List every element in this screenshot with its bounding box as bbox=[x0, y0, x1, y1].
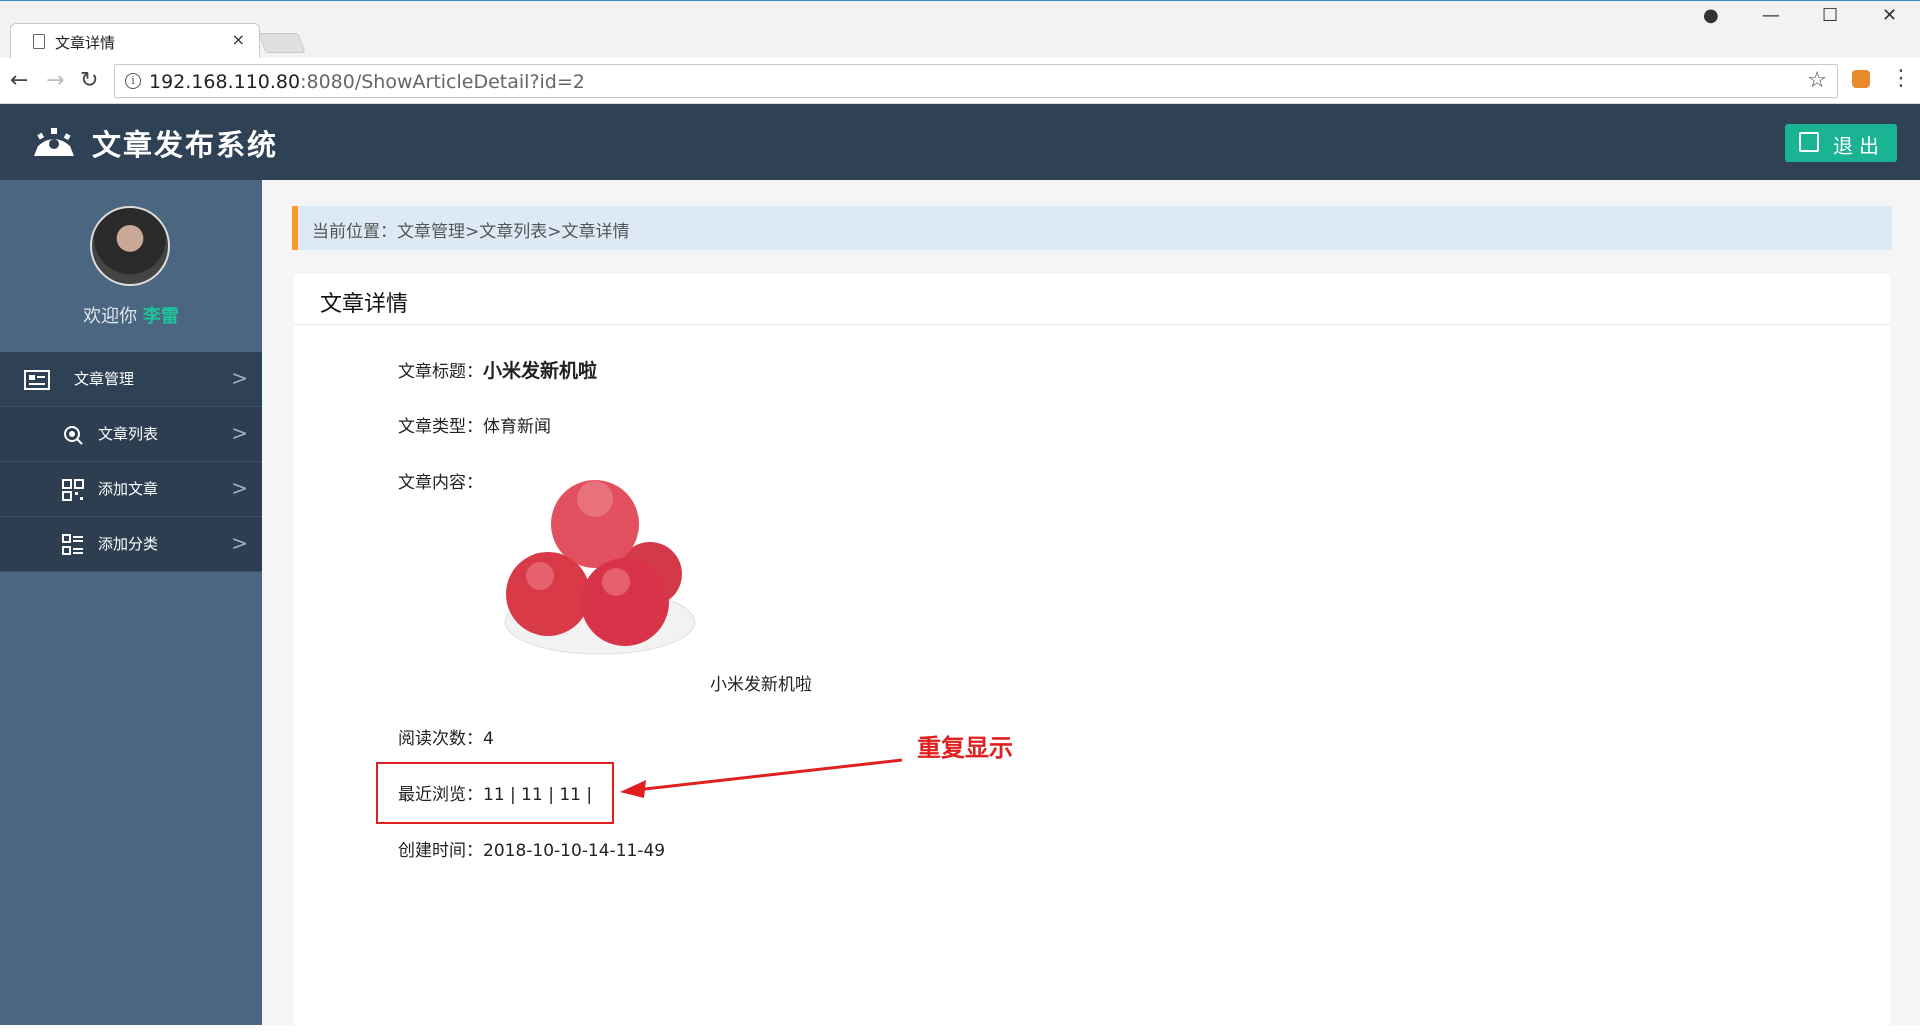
minimize-button[interactable]: — bbox=[1762, 5, 1780, 26]
forward-button[interactable]: → bbox=[46, 68, 64, 93]
app-header: 文章发布系统 退出 bbox=[0, 104, 1920, 180]
main-content: 当前位置：文章管理>文章列表>文章详情 文章详情 文章标题：小米发新机啦 文章类… bbox=[262, 180, 1920, 1034]
list-card-icon bbox=[24, 369, 50, 391]
back-button[interactable]: ← bbox=[10, 68, 28, 93]
welcome-text: 欢迎你 李雷 bbox=[0, 302, 262, 328]
read-count-field: 阅读次数：4 bbox=[398, 724, 494, 749]
app-title: 文章发布系统 bbox=[92, 128, 279, 162]
panel-title: 文章详情 bbox=[320, 292, 409, 317]
chevron-right-icon: > bbox=[231, 366, 248, 390]
logout-button[interactable]: 退出 bbox=[1785, 124, 1897, 162]
bookmark-star-icon[interactable]: ☆ bbox=[1807, 68, 1827, 93]
article-content-field: 文章内容： bbox=[398, 468, 483, 493]
breadcrumb-text: 当前位置：文章管理>文章列表>文章详情 bbox=[312, 222, 630, 242]
sidebar-item-label: 添加文章 bbox=[98, 480, 159, 498]
field-label: 文章内容： bbox=[398, 473, 483, 493]
address-bar[interactable]: i 192.168.110.80:8080/ShowArticleDetail?… bbox=[114, 64, 1838, 98]
welcome-prefix: 欢迎你 bbox=[83, 306, 138, 327]
article-type-field: 文章类型：体育新闻 bbox=[398, 412, 551, 437]
sidebar-item-add-article[interactable]: 添加文章 > bbox=[0, 462, 262, 517]
chevron-right-icon: > bbox=[231, 531, 248, 555]
url-text[interactable]: 192.168.110.80:8080/ShowArticleDetail?id… bbox=[149, 71, 585, 93]
annotation-text: 重复显示 bbox=[917, 734, 1013, 762]
info-icon[interactable]: i bbox=[125, 73, 141, 89]
account-icon[interactable]: ● bbox=[1703, 5, 1719, 26]
profile-block: 欢迎你 李雷 bbox=[0, 180, 262, 352]
username[interactable]: 李雷 bbox=[143, 306, 179, 327]
annotation-highlight-box bbox=[376, 762, 614, 824]
chevron-right-icon: > bbox=[231, 421, 248, 445]
field-label: 文章类型： bbox=[398, 417, 483, 437]
created-time-field: 创建时间：2018-10-10-14-11-49 bbox=[398, 836, 665, 861]
sidebar-menu: 文章管理 > 文章列表 > 添加文章 > 添加分类 > bbox=[0, 352, 262, 572]
sidebar-item-add-category[interactable]: 添加分类 > bbox=[0, 517, 262, 572]
url-host: 192.168.110.80 bbox=[149, 71, 301, 93]
logout-label: 退出 bbox=[1833, 134, 1885, 158]
new-tab-button[interactable] bbox=[258, 33, 306, 53]
maximize-button[interactable]: ☐ bbox=[1822, 5, 1838, 26]
field-label: 创建时间： bbox=[398, 841, 483, 861]
field-value: 小米发新机啦 bbox=[483, 360, 598, 382]
apple-image bbox=[504, 480, 696, 655]
field-value: 2018-10-10-14-11-49 bbox=[483, 841, 666, 861]
content-caption: 小米发新机啦 bbox=[710, 675, 812, 695]
sidebar-item-article-list[interactable]: 文章列表 > bbox=[0, 407, 262, 462]
field-label: 阅读次数： bbox=[398, 729, 483, 749]
close-window-button[interactable]: ✕ bbox=[1882, 5, 1897, 26]
breadcrumb: 当前位置：文章管理>文章列表>文章详情 bbox=[292, 206, 1892, 250]
field-label: 文章标题： bbox=[398, 362, 483, 382]
edit-icon bbox=[1799, 132, 1819, 152]
sidebar: 欢迎你 李雷 文章管理 > 文章列表 > 添加文章 > 添加分类 > bbox=[0, 180, 262, 1025]
sidebar-item-label: 添加分类 bbox=[98, 535, 159, 553]
browser-tab[interactable]: 文章详情 × bbox=[10, 23, 260, 59]
search-doc-icon bbox=[62, 424, 84, 446]
extension-fox-icon[interactable] bbox=[1852, 70, 1870, 88]
annotation-arrow-icon bbox=[620, 758, 903, 798]
reload-button[interactable]: ↻ bbox=[80, 68, 98, 93]
tab-close-icon[interactable]: × bbox=[232, 30, 245, 49]
avatar[interactable] bbox=[90, 206, 170, 286]
article-detail-panel: 文章详情 文章标题：小米发新机啦 文章类型：体育新闻 文章内容： 小米发新机啦 … bbox=[294, 274, 1890, 1034]
chevron-right-icon: > bbox=[231, 476, 248, 500]
url-path: :8080/ShowArticleDetail?id=2 bbox=[300, 71, 585, 93]
tab-title: 文章详情 bbox=[55, 34, 116, 52]
sidebar-item-label: 文章列表 bbox=[98, 425, 159, 443]
browser-menu-icon[interactable]: ⋮ bbox=[1890, 66, 1912, 91]
grid-icon bbox=[62, 479, 84, 501]
sidebar-item-article-management[interactable]: 文章管理 > bbox=[0, 352, 262, 407]
document-icon bbox=[33, 34, 45, 49]
browser-titlebar: 文章详情 × ● — ☐ ✕ bbox=[0, 0, 1920, 59]
logo-icon bbox=[34, 128, 74, 156]
field-value: 体育新闻 bbox=[483, 417, 551, 437]
category-icon bbox=[62, 534, 84, 556]
article-title-field: 文章标题：小米发新机啦 bbox=[398, 356, 597, 383]
field-value: 4 bbox=[483, 729, 494, 749]
browser-toolbar: ← → ↻ i 192.168.110.80:8080/ShowArticleD… bbox=[0, 58, 1920, 104]
sidebar-item-label: 文章管理 bbox=[74, 370, 135, 388]
panel-divider bbox=[294, 324, 1890, 325]
